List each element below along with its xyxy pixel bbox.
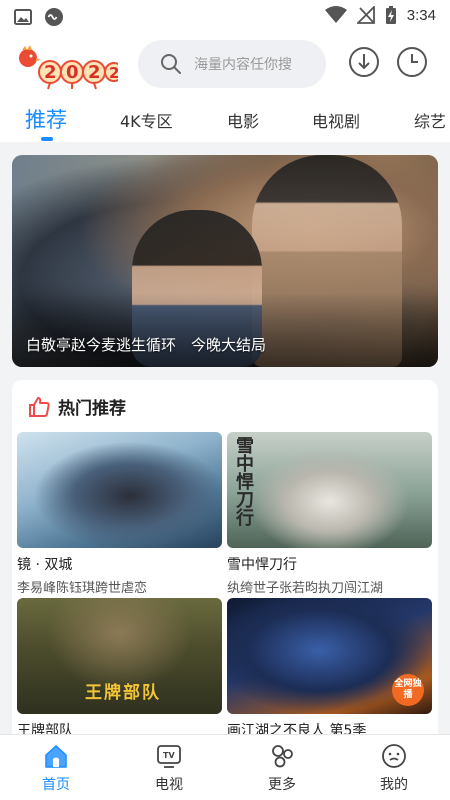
nav-more-label: 更多	[268, 777, 296, 793]
tab-movies[interactable]: 电影	[227, 108, 259, 132]
thumbs-up-icon	[29, 396, 50, 417]
wifi-icon	[324, 6, 347, 23]
app-logo[interactable]: 2 0 2 2	[14, 44, 124, 90]
video-thumbnail: 雪中悍刀行	[227, 432, 432, 548]
nav-more[interactable]: 更多	[252, 743, 312, 794]
video-card[interactable]: 镜 · 双城 李易峰陈钰琪跨世虐恋	[17, 432, 222, 596]
video-card[interactable]: 雪中悍刀行 雪中悍刀行 纨绔世子张若昀执刀闯江湖	[227, 432, 432, 596]
hero-banner[interactable]: 白敬亭赵今麦逃生循环 今晚大结局	[12, 155, 438, 367]
search-bar[interactable]: 海量内容任你搜	[138, 40, 326, 88]
tab-tv-series[interactable]: 电视剧	[312, 108, 360, 132]
search-icon	[161, 54, 181, 74]
more-icon	[272, 745, 293, 768]
video-title: 镜 · 双城	[17, 557, 73, 573]
video-subtitle: 纨绔世子张若昀执刀闯江湖	[227, 581, 384, 596]
status-bar: 3:34	[0, 0, 450, 32]
tv-icon: TV	[157, 745, 181, 768]
profile-icon	[382, 744, 406, 768]
video-card[interactable]: 全网独播 画江湖之不良人 第5季	[227, 598, 432, 740]
history-icon[interactable]	[396, 46, 428, 78]
video-subtitle: 李易峰陈钰琪跨世虐恋	[17, 581, 148, 596]
video-title: 雪中悍刀行	[227, 557, 297, 573]
nav-tv-label: 电视	[155, 777, 183, 793]
nav-tv[interactable]: TV 电视	[139, 743, 199, 794]
svg-text:0: 0	[66, 62, 79, 83]
nav-profile-label: 我的	[380, 777, 408, 793]
no-signal-icon	[356, 6, 375, 24]
section-title: 热门推荐	[58, 399, 126, 419]
svg-text:2: 2	[88, 62, 101, 83]
banner-caption: 白敬亭赵今麦逃生循环 今晚大结局	[26, 336, 267, 354]
app-notification-icon	[45, 8, 63, 26]
exclusive-badge: 全网独播	[392, 674, 424, 706]
video-card[interactable]: 王牌部队 王牌部队	[17, 598, 222, 740]
video-thumbnail: 王牌部队	[17, 598, 222, 714]
nav-home-label: 首页	[42, 777, 70, 793]
nav-profile[interactable]: 我的	[364, 743, 424, 794]
video-thumbnail	[17, 432, 222, 548]
active-tab-indicator	[41, 137, 53, 141]
tab-variety[interactable]: 综艺	[414, 108, 446, 132]
nav-home[interactable]: 首页	[26, 743, 86, 794]
search-placeholder: 海量内容任你搜	[194, 57, 292, 73]
category-tabs: 推荐 4K专区 电影 电视剧 综艺	[0, 104, 450, 142]
svg-text:TV: TV	[163, 751, 175, 760]
home-icon	[45, 745, 67, 768]
video-thumbnail: 全网独播	[227, 598, 432, 714]
svg-text:2: 2	[44, 62, 57, 83]
app-header: 2 0 2 2 海量内容任你搜 推荐 4K专区 电影 电视剧 综艺	[0, 32, 450, 142]
bottom-nav: 首页 TV 电视 更多 我的	[0, 734, 450, 800]
status-time: 3:34	[406, 6, 436, 24]
section-header: 热门推荐	[28, 394, 126, 419]
tab-4k[interactable]: 4K专区	[120, 108, 173, 132]
battery-charging-icon	[385, 6, 396, 24]
download-icon[interactable]	[348, 46, 380, 78]
svg-text:2: 2	[109, 64, 118, 82]
thumbnail-title-art: 雪中悍刀行	[233, 436, 254, 526]
thumbnail-title-art: 王牌部队	[85, 683, 161, 703]
tab-recommend[interactable]: 推荐	[25, 104, 67, 134]
hot-recommend-section: 热门推荐 镜 · 双城 李易峰陈钰琪跨世虐恋 雪中悍刀行 雪中悍刀行 纨绔世子张…	[12, 380, 438, 740]
gallery-notification-icon	[14, 9, 32, 25]
